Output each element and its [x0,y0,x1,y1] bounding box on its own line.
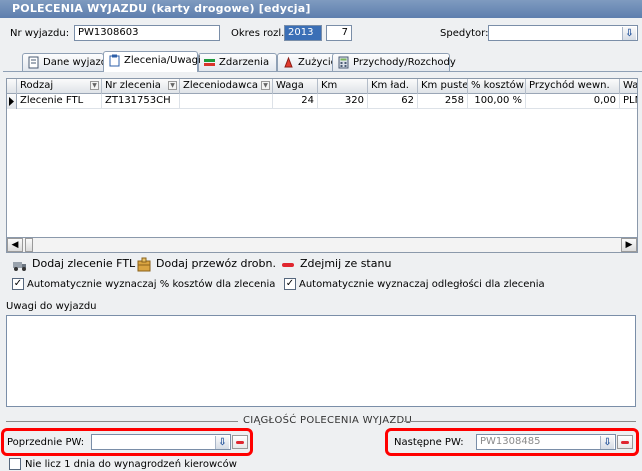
column-header-km-lad[interactable]: Km ład. [368,79,418,94]
column-header-waluta[interactable]: Wal [620,79,637,94]
okres-month-field[interactable]: 7 [326,25,352,41]
window-title: POLECENIA WYJAZDU (karty drogowe) [edycj… [0,0,642,18]
grid-header: Rodzaj ▼ Nr zlecenia ▼ Zleceniodawca ▼ Waga… [7,79,637,94]
section-divider [404,421,636,422]
add-ftl-label: Dodaj zlecenie FTL [32,257,136,270]
cell-rodzaj: Zlecenie FTL [17,94,102,109]
cell-km-lad: 62 [368,94,418,109]
section-divider [6,421,238,422]
fuel-icon [284,56,293,68]
filter-icon[interactable]: ▼ [90,81,99,90]
dropdown-arrow-icon[interactable]: ⇩ [215,436,229,449]
prev-pw-combo[interactable]: ⇩ [91,434,231,450]
tab-dane-wyjazdu[interactable]: Dane wyjazdu [22,53,113,71]
spedytor-combo[interactable]: ⇩ [488,25,638,41]
column-header-zleceniodawca[interactable]: Zleceniodawca ▼ [180,79,273,94]
auto-distance-checkbox[interactable]: ✓ [284,278,296,290]
skip-day-checkbox[interactable] [9,458,21,470]
dropdown-arrow-icon[interactable]: ⇩ [622,27,636,40]
cell-zleceniodawca [180,94,273,109]
auto-costs-checkbox[interactable]: ✓ [12,278,24,290]
clipboard-icon [109,54,120,67]
tab-przychody-rozchody[interactable]: Przychody/Rozchody [332,53,456,71]
package-icon [137,257,151,272]
dropdown-arrow-icon[interactable]: ⇩ [600,436,614,449]
okres-year-field[interactable]: 2013 [284,25,322,41]
row-pointer-icon [7,94,17,109]
orders-grid[interactable]: Rodzaj ▼ Nr zlecenia ▼ Zleceniodawca ▼ Waga… [6,78,638,253]
column-header-waga[interactable]: Waga [273,79,318,94]
add-ftl-button[interactable]: Dodaj zlecenie FTL [12,257,135,273]
notes-label: Uwagi do wyjazdu [6,301,97,312]
nr-wyjazdu-field[interactable]: PW1308603 [74,25,220,41]
tab-label: Zdarzenia [219,57,270,68]
document-icon [28,56,39,69]
continuity-title: CIĄGŁOŚĆ POLECENIA WYJAZDU [243,415,413,426]
notes-textarea[interactable] [6,315,636,407]
tab-label: Zlecenia/Uwagi [124,55,201,66]
column-header-rodzaj[interactable]: Rodzaj ▼ [17,79,102,94]
tab-label: Przychody/Rozchody [353,57,456,68]
scroll-right-icon[interactable]: ▶ [621,238,637,252]
tab-zdarzenia[interactable]: Zdarzenia [198,53,277,71]
auto-distance-label: Automatycznie wyznaczaj odległości dla z… [299,279,545,290]
next-pw-label: Następne PW: [394,437,464,448]
cell-waga: 24 [273,94,318,109]
column-header-koszty[interactable]: % kosztów [468,79,526,94]
filter-icon[interactable]: ▼ [168,81,177,90]
cell-waluta: PLN [620,94,637,109]
scroll-left-icon[interactable]: ◀ [7,238,23,252]
cell-km: 320 [318,94,368,109]
horizontal-scrollbar[interactable]: ◀ ▶ [6,237,638,253]
grid-actions: Dodaj zlecenie FTL Dodaj przewóz drobn. … [12,257,612,273]
header-indicator [7,79,17,94]
tab-strip: Dane wyjazdu Zlecenia/Uwagi Zdarzenia Zu… [8,51,642,72]
table-row[interactable]: Zlecenie FTL ZT131753CH 24 320 62 258 10… [7,94,637,109]
column-header-przychod[interactable]: Przychód wewn. [526,79,620,94]
tab-zlecenia-uwagi[interactable]: Zlecenia/Uwagi [103,51,201,72]
scroll-thumb[interactable] [25,238,33,252]
clear-prev-button[interactable] [232,435,248,449]
skip-day-label: Nie licz 1 dnia do wynagrodzeń kierowców [25,459,237,470]
spedytor-label: Spedytor: [440,28,489,39]
clear-next-button[interactable] [617,435,633,449]
column-header-nr-zlecenia[interactable]: Nr zlecenia ▼ [102,79,180,94]
okres-label: Okres rozl.: [231,28,288,39]
filter-icon[interactable]: ▼ [261,81,270,90]
column-header-km[interactable]: Km [318,79,368,94]
tab-label: Zużycie [298,57,337,68]
column-header-km-puste[interactable]: Km puste [418,79,468,94]
prev-pw-label: Poprzednie PW: [7,437,85,448]
minus-icon [282,263,294,267]
cell-km-puste: 258 [418,94,468,109]
events-icon [204,59,215,66]
remove-from-stock-button[interactable]: Zdejmij ze stanu [280,257,391,273]
cell-nr-zlecenia: ZT131753CH [102,94,180,109]
next-pw-combo[interactable]: PW1308485 ⇩ [476,434,616,450]
nr-wyjazdu-label: Nr wyjazdu: [10,28,70,39]
next-pw-value: PW1308485 [480,436,541,447]
remove-label: Zdejmij ze stanu [300,257,392,270]
cell-przychod: 0,00 [526,94,620,109]
add-small-label: Dodaj przewóz drobn. [156,257,276,270]
calculator-icon [338,56,349,69]
add-small-transport-button[interactable]: Dodaj przewóz drobn. [136,257,276,273]
auto-costs-label: Automatycznie wyznaczaj % kosztów dla zl… [27,279,276,290]
truck-icon [13,262,26,271]
cell-koszty: 100,00 % [468,94,526,109]
